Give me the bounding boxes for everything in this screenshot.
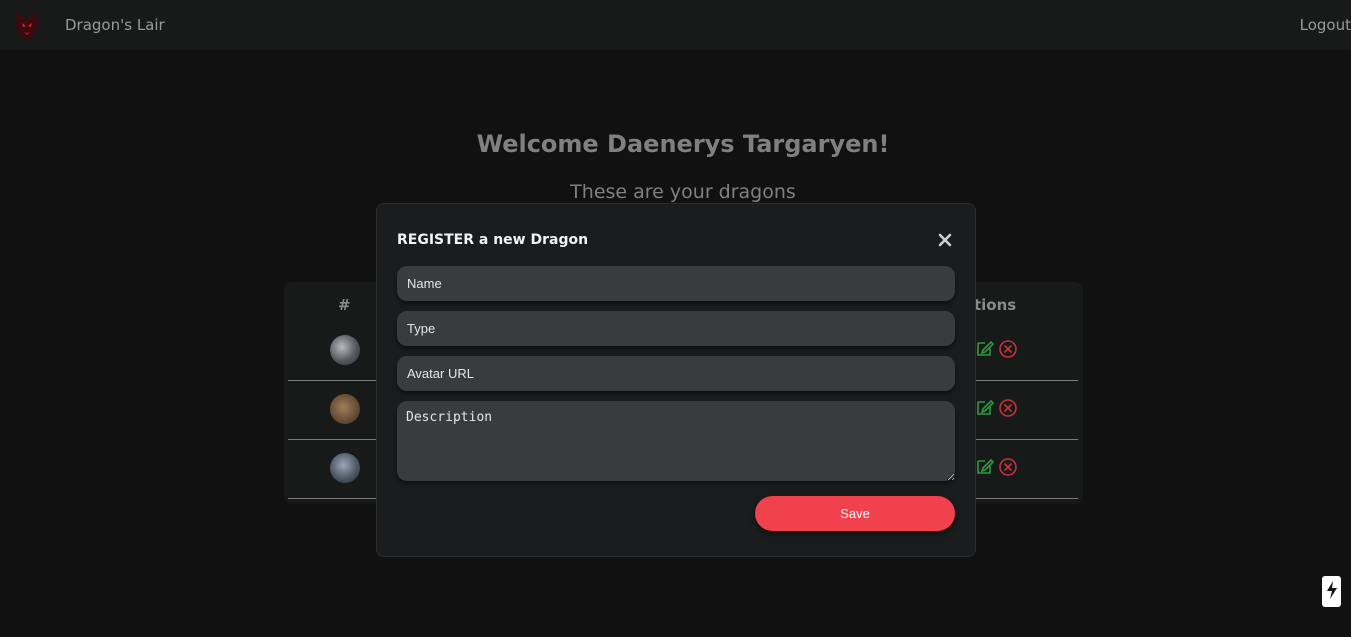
column-header-number: #: [338, 296, 351, 314]
delete-icon[interactable]: [998, 457, 1018, 477]
bolt-button[interactable]: [1322, 576, 1341, 607]
delete-icon[interactable]: [998, 398, 1018, 418]
welcome-heading: Welcome Daenerys Targaryen!: [476, 130, 890, 158]
edit-icon[interactable]: [976, 398, 995, 416]
name-input[interactable]: [397, 266, 955, 301]
avatar-url-input[interactable]: [397, 356, 955, 391]
dragon-head-icon[interactable]: [12, 8, 42, 42]
delete-icon[interactable]: [998, 339, 1018, 359]
type-input[interactable]: [397, 311, 955, 346]
subtitle: These are your dragons: [570, 181, 796, 203]
dragon-avatar: [330, 453, 360, 483]
save-button[interactable]: Save: [755, 496, 955, 531]
column-header-actions: tions: [974, 296, 1017, 314]
lightning-bolt-icon: [1326, 580, 1338, 604]
register-dragon-modal: REGISTER a new Dragon Save: [376, 203, 976, 557]
description-textarea[interactable]: [397, 401, 955, 481]
dragon-avatar: [330, 394, 360, 424]
edit-icon[interactable]: [976, 457, 995, 475]
dragon-avatar: [330, 335, 360, 365]
edit-icon[interactable]: [976, 339, 995, 357]
logout-link[interactable]: Logout: [1300, 16, 1351, 34]
brand-name[interactable]: Dragon's Lair: [65, 16, 165, 34]
navbar: Dragon's Lair Logout: [0, 0, 1351, 50]
close-icon[interactable]: [937, 232, 953, 248]
modal-title: REGISTER a new Dragon: [397, 232, 589, 248]
